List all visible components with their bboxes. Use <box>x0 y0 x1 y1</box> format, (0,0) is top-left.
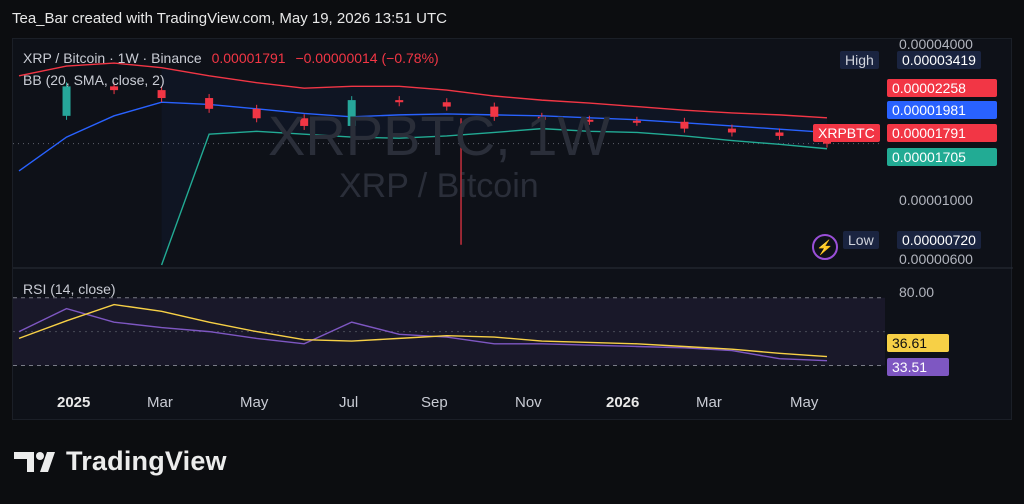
candle-body <box>442 102 451 107</box>
x-label-mar-2026: Mar <box>696 394 722 411</box>
chart-canvas[interactable] <box>13 39 1013 421</box>
x-label-nov: Nov <box>515 394 542 411</box>
symbol-title: XRP / Bitcoin · 1W · Binance <box>23 50 202 66</box>
x-label-sep: Sep <box>421 394 448 411</box>
rsi-ma-value: 36.61 <box>887 334 949 352</box>
candle-body <box>252 108 261 119</box>
x-label-jul: Jul <box>339 394 359 411</box>
chart-panel[interactable]: XRPBTC, 1W XRP / Bitcoin XRP / Bitcoin ·… <box>12 36 1013 421</box>
rsi-band <box>13 297 885 366</box>
bb-title: BB (20, SMA, close, 2) <box>23 72 165 88</box>
tradingview-logo[interactable]: TradingView <box>14 446 227 477</box>
candle-body <box>537 116 546 120</box>
rsi-legend[interactable]: RSI (14, close) <box>23 281 116 297</box>
candle-body <box>727 128 736 133</box>
x-label-2026: 2026 <box>606 394 640 411</box>
bb-upper-value: 0.00002258 <box>887 79 997 97</box>
candle-body <box>632 120 641 123</box>
candle-body <box>62 86 71 116</box>
x-label-may-2025: May <box>240 394 269 411</box>
rsi-title: RSI (14, close) <box>23 281 116 297</box>
candle-body <box>680 121 689 129</box>
candle-body <box>157 90 166 99</box>
low-value: 0.00000720 <box>897 231 981 249</box>
last-price-value: 0.00001791 <box>887 124 997 142</box>
candle-body <box>205 98 214 109</box>
price-tick-bottom: 0.00000600 <box>899 251 973 267</box>
price-tick-top: 0.00004000 <box>899 36 973 52</box>
bb-lower-value: 0.00001705 <box>887 148 997 166</box>
candle-body <box>347 100 356 126</box>
low-label: Low <box>843 231 879 249</box>
chart-attribution: Tea_Bar created with TradingView.com, Ma… <box>12 10 447 27</box>
x-label-2025: 2025 <box>57 394 91 411</box>
tradingview-logo-icon <box>14 451 55 472</box>
symbol-legend[interactable]: XRP / Bitcoin · 1W · Binance 0.00001791 … <box>23 50 439 66</box>
bb-lower-line <box>160 127 828 266</box>
x-label-mar-2025: Mar <box>147 394 173 411</box>
bb-basis-value: 0.00001981 <box>887 101 997 119</box>
bb-legend[interactable]: BB (20, SMA, close, 2) <box>23 72 165 88</box>
price-change: −0.00000014 (−0.78%) <box>295 50 439 66</box>
candle-body <box>300 118 309 126</box>
candle-body <box>395 100 404 103</box>
lightning-icon[interactable]: ⚡ <box>812 234 838 260</box>
price-tick-mid: 0.00001000 <box>899 192 973 208</box>
bb-band-fill <box>161 67 827 265</box>
candle-body <box>585 119 594 122</box>
high-label: High <box>840 51 879 69</box>
rsi-value: 33.51 <box>887 358 949 376</box>
last-price: 0.00001791 <box>211 50 286 66</box>
high-value: 0.00003419 <box>897 51 981 69</box>
last-symbol-label: XRPBTC <box>813 124 880 142</box>
tradingview-wordmark: TradingView <box>66 446 227 476</box>
candle-body <box>775 132 784 136</box>
x-label-may-2026: May <box>790 394 819 411</box>
candle-body <box>490 106 499 117</box>
rsi-level-label: 80.00 <box>899 284 935 300</box>
